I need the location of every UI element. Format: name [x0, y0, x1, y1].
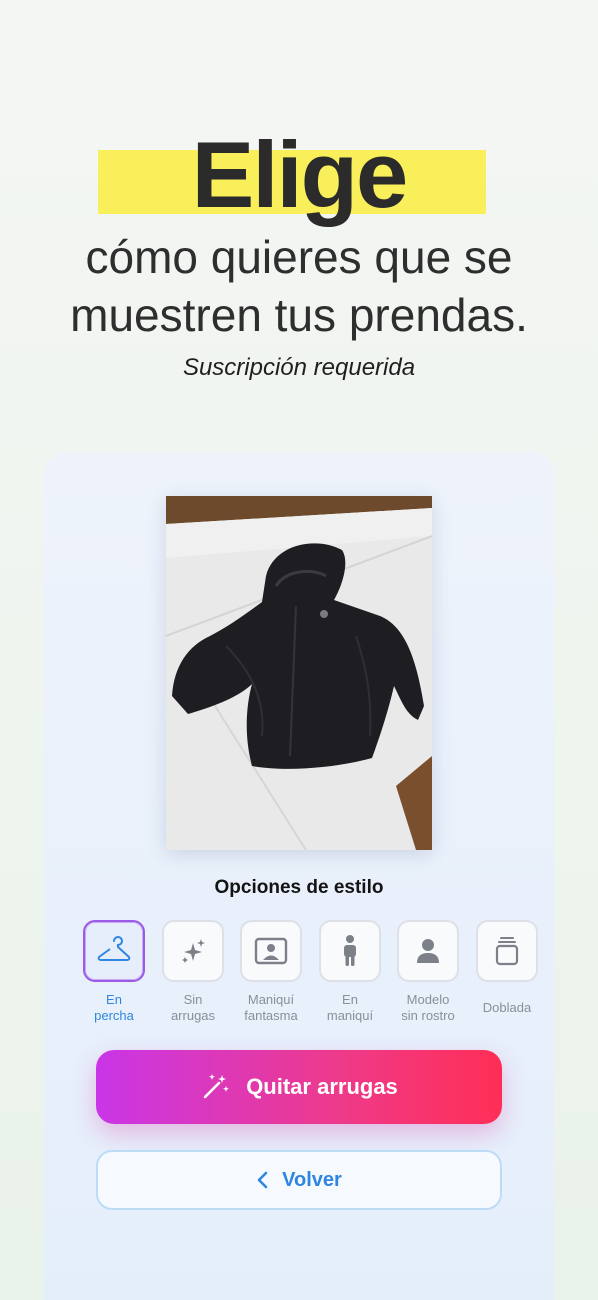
remove-wrinkles-button[interactable]: Quitar arrugas	[96, 1050, 502, 1124]
option-tile[interactable]	[240, 920, 302, 982]
magic-wand-icon	[203, 1074, 230, 1099]
headline: Elige	[0, 120, 598, 230]
page-subtitle: cómo quieres que se muestren tus prendas…	[0, 228, 598, 344]
style-option-modelo-sin-rostro[interactable]: Modelo sin rostro	[396, 920, 460, 1024]
subtitle-line-2: muestren tus prendas.	[70, 289, 528, 341]
folded-stack-icon	[495, 937, 519, 966]
primary-button-label: Quitar arrugas	[246, 1074, 398, 1099]
portrait-frame-icon	[254, 937, 288, 965]
option-tile[interactable]	[397, 920, 459, 982]
option-label: Sin arrugas	[170, 992, 216, 1023]
option-tile[interactable]	[162, 920, 224, 982]
subscription-note: Suscripción requerida	[182, 354, 416, 381]
chevron-left-icon	[257, 1171, 268, 1189]
style-option-en-maniqui[interactable]: En maniquí	[318, 920, 382, 1024]
option-tile[interactable]	[476, 920, 538, 982]
style-option-sin-arrugas[interactable]: Sin arrugas	[161, 920, 225, 1024]
sparkles-icon	[182, 939, 205, 963]
subtitle-line-1: cómo quieres que se	[85, 231, 513, 283]
option-label: Maniquí fantasma	[244, 992, 298, 1023]
back-button-label: Volver	[282, 1168, 342, 1191]
hanger-icon	[97, 936, 131, 961]
user-silhouette-icon	[417, 939, 439, 963]
style-option-maniqui-fantasma[interactable]: Maniquí fantasma	[239, 920, 303, 1024]
style-option-en-percha[interactable]: En percha	[82, 920, 146, 1024]
option-label: En percha	[94, 992, 134, 1023]
style-options-title: Opciones de estilo	[214, 877, 384, 898]
style-option-doblada[interactable]: Doblada	[475, 920, 539, 1016]
option-tile[interactable]	[319, 920, 381, 982]
person-icon	[344, 935, 356, 966]
option-label: En maniquí	[326, 992, 374, 1023]
option-label: Doblada	[482, 1000, 532, 1015]
page-title: Elige	[191, 122, 409, 227]
jacket-image	[166, 496, 432, 850]
garment-photo	[166, 496, 432, 850]
option-label: Modelo sin rostro	[401, 992, 455, 1023]
back-button[interactable]: Volver	[96, 1150, 502, 1210]
option-tile[interactable]	[83, 920, 145, 982]
